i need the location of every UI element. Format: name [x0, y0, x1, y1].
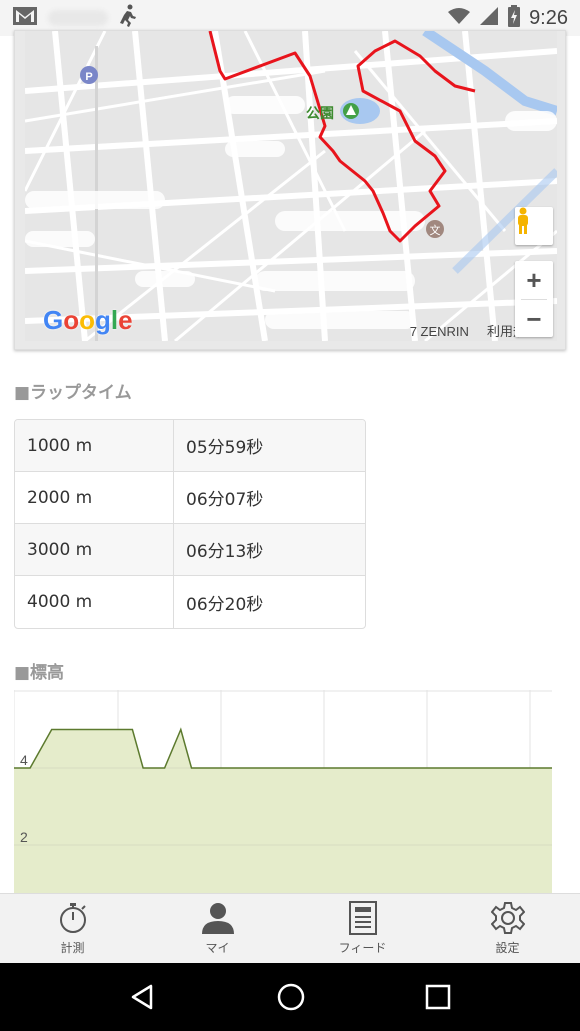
- tab-label: マイ: [205, 941, 230, 955]
- lap-distance: 3000 m: [15, 524, 174, 575]
- tab-measure[interactable]: 計測: [0, 894, 145, 963]
- running-icon: [118, 4, 138, 32]
- wifi-icon: [447, 7, 471, 30]
- pegman-icon: [518, 207, 528, 234]
- elevation-chart: 42: [14, 690, 552, 895]
- elevation-section-title: ■標高: [14, 663, 65, 683]
- zoom-in-button[interactable]: +: [515, 261, 553, 299]
- map-attribution: 7 ZENRIN: [409, 324, 469, 339]
- svg-text:文: 文: [430, 223, 441, 237]
- lap-distance: 1000 m: [15, 420, 174, 471]
- google-logo: Google: [43, 305, 133, 335]
- back-icon[interactable]: [129, 983, 157, 1011]
- map-streets: P 文: [25, 31, 557, 341]
- tab-label: フィード: [338, 941, 387, 955]
- blurred-notification: [48, 10, 108, 26]
- tab-settings[interactable]: 設定: [435, 894, 580, 963]
- lap-table: 1000 m 05分59秒 2000 m 06分07秒 3000 m 06分13…: [14, 419, 366, 629]
- stopwatch-icon: [59, 903, 86, 933]
- lap-time: 05分59秒: [186, 438, 264, 458]
- lap-section-title: ■ラップタイム: [14, 383, 132, 403]
- y-tick-label: 2: [20, 829, 28, 845]
- street-view-pegman[interactable]: [515, 207, 553, 245]
- tab-feed[interactable]: フィード: [290, 894, 435, 963]
- signal-icon: [479, 6, 499, 31]
- table-row: 3000 m 06分13秒: [15, 524, 365, 576]
- status-time: 9:26: [529, 6, 568, 29]
- y-tick-label: 4: [20, 752, 28, 768]
- table-row: 4000 m 06分20秒: [15, 576, 365, 628]
- svg-text:P: P: [85, 71, 92, 83]
- table-row: 2000 m 06分07秒: [15, 472, 365, 524]
- tab-my[interactable]: マイ: [145, 894, 290, 963]
- tab-label: 計測: [60, 941, 85, 955]
- gear-icon: [490, 902, 525, 934]
- lap-time: 06分13秒: [186, 542, 264, 562]
- home-icon[interactable]: [276, 982, 306, 1012]
- route-map[interactable]: P 文 公園 Google 7 ZENRIN 利用規約 + −: [14, 30, 566, 350]
- feed-icon: [348, 901, 377, 935]
- zoom-controls: + −: [515, 261, 553, 337]
- lap-distance: 4000 m: [15, 576, 174, 628]
- lap-distance: 2000 m: [15, 472, 174, 523]
- table-row: 1000 m 05分59秒: [15, 420, 365, 472]
- tab-label: 設定: [495, 941, 520, 955]
- map-canvas[interactable]: P 文 公園 Google 7 ZENRIN 利用規約 + −: [25, 31, 557, 341]
- elevation-area: [14, 729, 552, 895]
- battery-icon: [507, 4, 521, 32]
- lap-time: 06分07秒: [186, 490, 264, 510]
- system-nav-bar: [0, 963, 580, 1031]
- recents-icon[interactable]: [425, 984, 451, 1010]
- zoom-out-button[interactable]: −: [515, 300, 553, 338]
- park-label: 公園: [306, 106, 334, 122]
- user-icon: [201, 903, 234, 934]
- lap-time: 06分20秒: [186, 594, 264, 615]
- bottom-tab-bar: 計測 マイ フィード 設定: [0, 893, 580, 963]
- gmail-icon: [12, 5, 38, 31]
